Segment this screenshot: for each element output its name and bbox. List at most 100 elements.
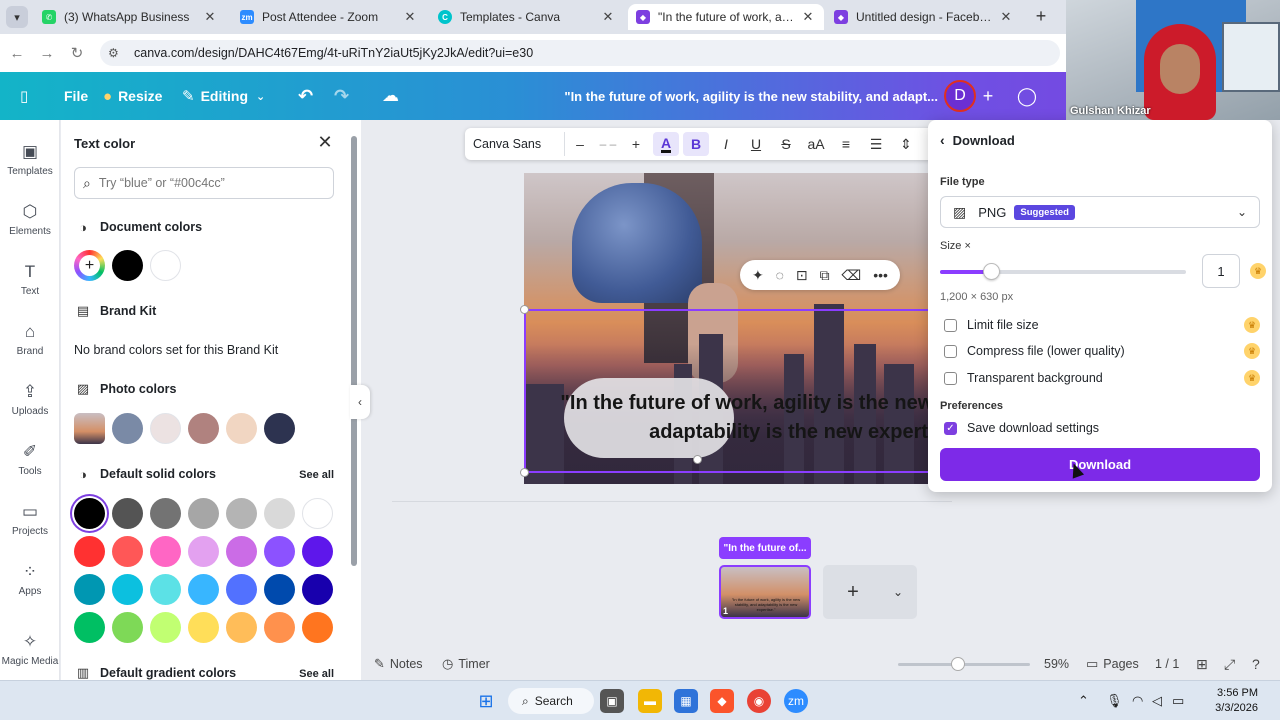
text-color-button[interactable]: A [653, 132, 679, 156]
close-icon[interactable]: ✕ [202, 9, 218, 25]
file-type-dropdown[interactable]: ▨ PNG Suggested ⌄ [940, 196, 1260, 228]
solid-color-swatch[interactable] [226, 536, 257, 567]
compress-file-checkbox[interactable] [944, 344, 957, 358]
fullscreen-button[interactable]: ⤢ [1224, 648, 1235, 680]
solid-color-swatch[interactable] [226, 498, 257, 529]
solid-color-swatch[interactable] [302, 536, 333, 567]
limit-file-size-checkbox[interactable] [944, 318, 957, 332]
chrome-icon[interactable]: ◉ [747, 689, 771, 713]
color-search-box[interactable]: ⌕ [74, 167, 334, 199]
sidebar-item-magic-media[interactable]: ✧ Magic Media [0, 626, 60, 682]
tab-facebook-post[interactable]: ◆ Untitled design - Facebook Pos ✕ [826, 4, 1022, 30]
scrollbar-thumb[interactable] [351, 136, 357, 566]
underline-button[interactable]: U [741, 128, 771, 160]
chevron-down-icon[interactable]: ⌄ [883, 585, 913, 599]
solid-color-swatch[interactable] [112, 498, 143, 529]
wifi-icon[interactable]: ◠ [1132, 681, 1143, 720]
close-icon[interactable]: ✕ [800, 9, 816, 25]
tab-search-button[interactable]: ▾ [6, 6, 28, 28]
solid-color-swatch[interactable] [150, 612, 181, 643]
resize-button[interactable]: ● Resize [103, 72, 162, 120]
invite-button[interactable]: + [974, 82, 1002, 110]
taskbar-clock[interactable]: 3:56 PM 3/3/2026 [1198, 686, 1258, 716]
new-tab-button[interactable]: + [1030, 6, 1052, 28]
tab-zoom[interactable]: zm Post Attendee - Zoom ✕ [232, 4, 426, 30]
zoom-level[interactable]: 59% [1044, 648, 1069, 680]
battery-icon[interactable]: ▭ [1172, 681, 1184, 720]
photo-color-swatch[interactable] [150, 413, 181, 444]
file-explorer-icon[interactable]: ▬ [638, 689, 662, 713]
solid-color-swatch[interactable] [112, 574, 143, 605]
size-slider[interactable] [940, 270, 1186, 274]
sidebar-toggle-button[interactable]: ▯ [20, 72, 34, 120]
increase-font-button[interactable]: + [621, 128, 651, 160]
solid-color-swatch[interactable] [188, 536, 219, 567]
close-icon[interactable]: ✕ [402, 9, 418, 25]
solid-color-swatch[interactable] [74, 536, 105, 567]
lock-icon[interactable]: ⊡ [796, 267, 808, 284]
solid-color-swatch[interactable] [302, 612, 333, 643]
save-settings-checkbox[interactable]: ✓ [944, 421, 957, 435]
spacing-button[interactable]: ⇕ [891, 128, 921, 160]
color-search-input[interactable] [98, 176, 299, 190]
strikethrough-button[interactable]: S [771, 128, 801, 160]
photo-color-swatch[interactable] [112, 413, 143, 444]
limit-file-size-option[interactable]: Limit file size [944, 315, 1039, 335]
solid-color-swatch[interactable] [264, 498, 295, 529]
solid-color-swatch[interactable] [226, 612, 257, 643]
reload-icon[interactable]: ↻ [64, 40, 90, 66]
close-icon[interactable]: ✕ [600, 9, 616, 25]
url-field[interactable]: ⚙ canva.com/design/DAHC4t67Emg/4t-uRiTnY… [100, 40, 1060, 66]
rotate-handle[interactable] [693, 455, 702, 464]
help-button[interactable]: ? [1252, 648, 1260, 680]
solid-color-swatch[interactable] [74, 574, 105, 605]
document-color-swatch[interactable] [150, 250, 181, 281]
close-icon[interactable]: ✕ [998, 9, 1014, 25]
page-thumbnail[interactable]: "In the future of work, agility is the n… [719, 565, 811, 619]
magic-edit-icon[interactable]: ✦ [752, 267, 764, 284]
solid-color-swatch[interactable] [150, 498, 181, 529]
bold-button[interactable]: B [683, 132, 709, 156]
redo-button[interactable]: ↷ [334, 72, 349, 120]
sidebar-item-text[interactable]: T Text [0, 256, 60, 312]
font-family-dropdown[interactable]: Canva Sans [469, 132, 565, 156]
file-menu-button[interactable]: File [64, 72, 88, 120]
store-icon[interactable]: ▦ [674, 689, 698, 713]
download-button[interactable]: Download [940, 448, 1260, 481]
sidebar-item-brand[interactable]: ⌂ Brand [0, 316, 60, 372]
tab-whatsapp[interactable]: ✆ (3) WhatsApp Business ✕ [34, 4, 226, 30]
site-info-icon[interactable]: ⚙ [108, 46, 126, 60]
resize-handle[interactable] [520, 468, 529, 477]
windows-start-icon[interactable]: ⊞ [474, 689, 498, 713]
document-color-swatch[interactable] [112, 250, 143, 281]
more-icon[interactable]: ••• [873, 267, 888, 283]
compress-file-option[interactable]: Compress file (lower quality) [944, 341, 1125, 361]
microphone-icon[interactable]: 🎙 [1106, 681, 1123, 720]
transparent-background-checkbox[interactable] [944, 371, 957, 385]
volume-icon[interactable]: ◁ [1152, 681, 1162, 720]
solid-color-swatch[interactable] [264, 612, 295, 643]
sidebar-item-uploads[interactable]: ⇪ Uploads [0, 376, 60, 432]
sidebar-item-tools[interactable]: ✐ Tools [0, 436, 60, 492]
page-title-chip[interactable]: "In the future of... [719, 537, 811, 559]
solid-color-swatch[interactable] [226, 574, 257, 605]
sidebar-item-templates[interactable]: ▣ Templates [0, 136, 60, 192]
text-selection-box[interactable] [524, 309, 944, 473]
solid-color-swatch[interactable] [188, 612, 219, 643]
cloud-save-button[interactable]: ☁ [382, 72, 399, 120]
sidebar-item-projects[interactable]: ▭ Projects [0, 496, 60, 552]
size-slider-handle[interactable] [983, 263, 1000, 280]
see-all-solid-link[interactable]: See all [299, 469, 334, 481]
photo-color-swatch[interactable] [226, 413, 257, 444]
avatar[interactable]: D [944, 80, 976, 112]
resize-handle[interactable] [520, 305, 529, 314]
solid-color-swatch[interactable] [302, 498, 333, 529]
photo-color-swatch[interactable] [264, 413, 295, 444]
timer-button[interactable]: ◷ Timer [442, 648, 490, 680]
task-view-icon[interactable]: ▣ [600, 689, 624, 713]
taskbar-search[interactable]: ⌕ Search [508, 688, 594, 714]
sidebar-item-elements[interactable]: ⬡ Elements [0, 196, 60, 252]
close-panel-button[interactable]: ✕ [315, 132, 335, 152]
save-download-settings-option[interactable]: ✓ Save download settings [944, 418, 1099, 438]
add-color-button[interactable]: + [74, 250, 105, 281]
